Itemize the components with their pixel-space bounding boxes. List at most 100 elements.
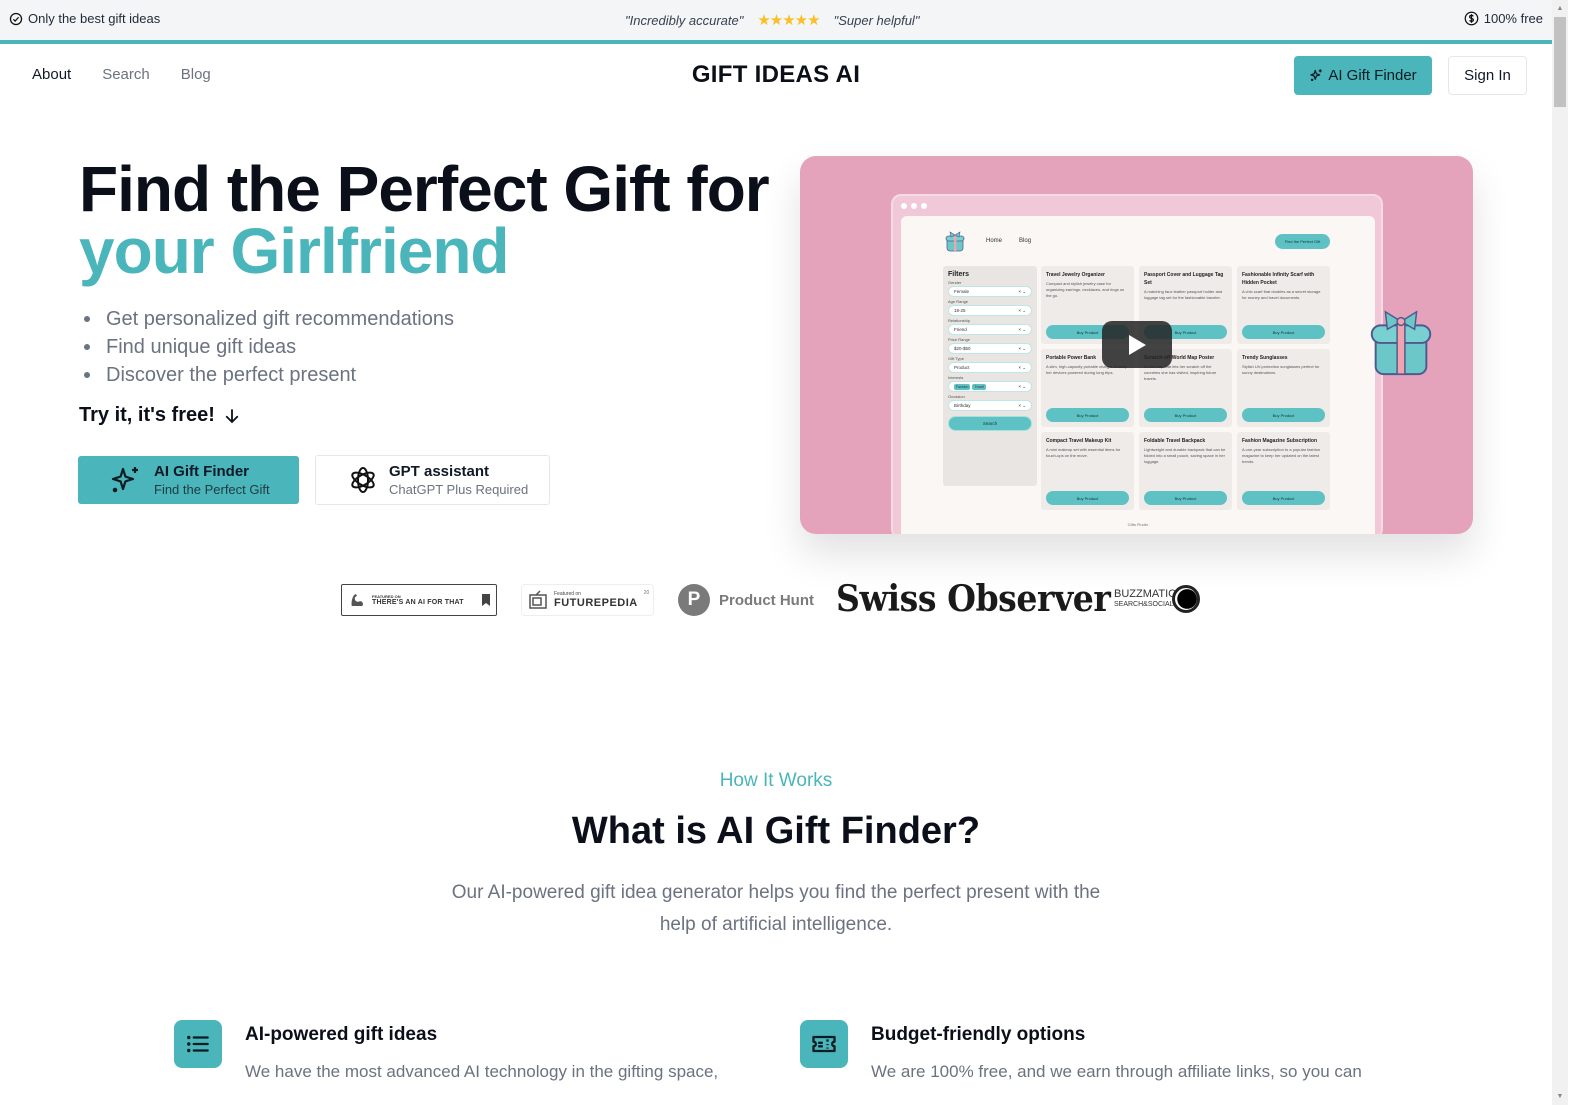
preview-nav-item: Blog <box>1019 238 1032 244</box>
try-free-text: Try it, it's free! <box>79 404 215 426</box>
cta-title: GPT assistant <box>389 462 490 480</box>
product-hunt-logo[interactable]: P Product Hunt <box>678 584 814 616</box>
buzzmatic-logo[interactable]: BUZZMATIC SEARCH&SOCIAL <box>1114 585 1201 613</box>
section-description: Our AI-powered gift idea generator helps… <box>451 882 1101 935</box>
announcement-bar: Only the best gift ideas "Incredibly acc… <box>0 0 1552 40</box>
preview-product-card: Trendy Sunglasses Stylish UV-protection s… <box>1237 349 1330 427</box>
gift-logo-icon <box>945 231 965 252</box>
scrollbar-thumb[interactable] <box>1554 17 1566 107</box>
demo-video[interactable]: Home Blog Find the Perfect Gift Filters … <box>800 156 1473 534</box>
preview-filter-select: Product × ⌄ <box>948 362 1032 373</box>
feature-title: Budget-friendly options <box>871 1024 1086 1045</box>
preview-top-button: Find the Perfect Gift <box>1275 234 1330 249</box>
preview-filter-select: 18-25 × ⌄ <box>948 305 1032 316</box>
benefit-item: Discover the perfect present <box>80 361 454 389</box>
feature-description: We have the most advanced AI technology … <box>245 1062 719 1081</box>
list-icon <box>187 1035 209 1053</box>
tagline: Only the best gift ideas <box>9 11 160 26</box>
check-circle-icon <box>9 12 23 25</box>
preview-nav-item: Home <box>986 238 1003 244</box>
play-icon <box>1129 334 1146 355</box>
preview-filters-title: Filters <box>948 271 970 278</box>
scroll-down-arrow-icon[interactable]: ▼ <box>1552 1088 1568 1105</box>
preview-filter-select: Birthday × ⌄ <box>948 400 1032 411</box>
feature-icon-box <box>800 1020 848 1068</box>
product-hunt-icon: P <box>678 584 710 616</box>
badge-title: FUTUREPEDIA <box>554 597 638 609</box>
app-preview-content: Home Blog Find the Perfect Gift Filters … <box>901 216 1375 534</box>
scroll-up-arrow-icon[interactable]: ▲ <box>1552 0 1568 17</box>
free-badge: 100% free <box>1464 11 1543 26</box>
preview-product-grid: Travel Jewelry Organizer Compact and styl… <box>1041 266 1331 510</box>
ai-gift-finder-label: AI Gift Finder <box>1328 67 1417 84</box>
preview-filter-label: Age Range <box>948 299 969 304</box>
page-scrollbar[interactable]: ▲ ▼ <box>1552 0 1568 1105</box>
hero-title: Find the Perfect Gift for your Girlfrien… <box>79 157 770 287</box>
star-rating-icon: ★★★★★ <box>757 12 820 29</box>
badge-count: 20 <box>643 590 650 596</box>
sign-in-button[interactable]: Sign In <box>1448 56 1527 95</box>
theres-an-ai-for-that-badge[interactable]: FEATURED ON THERE'S AN AI FOR THAT <box>341 584 497 616</box>
preview-footer: Gifts Finder <box>1127 522 1149 527</box>
cta-subtitle: Find the Perfect Gift <box>154 481 270 497</box>
preview-filter-label: Relationship <box>948 318 971 323</box>
gpt-assistant-cta[interactable]: GPT assistant ChatGPT Plus Required <box>315 455 550 505</box>
featured-on-logos: FEATURED ON THERE'S AN AI FOR THAT Featu… <box>0 578 1552 620</box>
buzzmatic-name: BUZZMATIC <box>1114 588 1177 600</box>
preview-filter-label: Gender <box>948 280 962 285</box>
tagline-text: Only the best gift ideas <box>28 11 161 26</box>
ticket-icon <box>812 1035 836 1053</box>
buzzmatic-ring-icon <box>1172 585 1201 613</box>
preview-filter-label: Interests <box>948 375 964 380</box>
preview-product-card: Foldable Travel Backpack Lightweight and … <box>1139 432 1232 510</box>
site-header: About Search Blog GIFT IDEAS AI AI Gift … <box>0 44 1552 108</box>
futurepedia-badge[interactable]: Featured on FUTUREPEDIA 20 <box>521 584 654 616</box>
benefit-item: Get personalized gift recommendations <box>80 305 454 333</box>
preview-filters-panel: Filters Gender Female × ⌄ Age Range 18-25… <box>943 266 1037 486</box>
try-free-callout: Try it, it's free! <box>79 404 241 427</box>
bookmark-icon <box>481 594 490 606</box>
play-button[interactable] <box>1102 321 1172 368</box>
preview-product-card: Fashionable Infinity Scarf with Hidden P… <box>1237 266 1330 344</box>
cta-title: AI Gift Finder <box>154 462 249 480</box>
hero-title-highlight: your Girlfriend <box>79 215 509 287</box>
ai-gift-finder-button[interactable]: AI Gift Finder <box>1294 56 1432 95</box>
testimonial-quote: "Super helpful" <box>833 12 920 28</box>
preview-product-card: Fashion Magazine Subscription A one-year … <box>1237 432 1330 510</box>
cta-subtitle: ChatGPT Plus Required <box>389 481 529 497</box>
preview-product-card: Compact Travel Makeup Kit A mini makeup s… <box>1041 432 1134 510</box>
benefit-item: Find unique gift ideas <box>80 333 454 361</box>
section-title: What is AI Gift Finder? <box>571 810 981 852</box>
feature-icon-box <box>174 1020 222 1068</box>
tv-icon <box>529 590 547 609</box>
swiss-observer-logo[interactable]: Swiss Observer <box>836 578 1111 620</box>
gift-box-illustration-icon <box>1370 310 1432 376</box>
buzzmatic-tagline: SEARCH&SOCIAL <box>1114 601 1174 608</box>
feature-description: We are 100% free, and we earn through af… <box>871 1062 1362 1081</box>
window-dots <box>901 203 927 209</box>
ai-gift-finder-cta[interactable]: AI Gift Finder Find the Perfect Gift <box>78 456 299 504</box>
section-eyebrow: How It Works <box>719 770 833 791</box>
preview-filter-label: Occasion <box>948 394 965 399</box>
product-hunt-name: Product Hunt <box>719 591 814 609</box>
testimonials: "Incredibly accurate" ★★★★★ "Super helpf… <box>625 11 919 29</box>
sparkles-icon <box>1310 69 1323 82</box>
badge-title: THERE'S AN AI FOR THAT <box>372 599 464 606</box>
openai-logo-icon <box>351 467 375 493</box>
preview-filter-chips: Fashion Travel × ⌄ <box>948 381 1032 392</box>
testimonial-quote: "Incredibly accurate" <box>625 12 744 28</box>
preview-filter-select: Female × ⌄ <box>948 286 1032 297</box>
preview-filter-label: Gift Type <box>948 356 964 361</box>
feature-title: AI-powered gift ideas <box>245 1024 438 1045</box>
dollar-circle-icon <box>1464 11 1479 26</box>
preview-filter-select: $20-$50 × ⌄ <box>948 343 1032 354</box>
hero-benefits-list: Get personalized gift recommendations Fi… <box>80 305 454 389</box>
preview-search-button: Search <box>948 416 1032 431</box>
free-text: 100% free <box>1483 11 1543 26</box>
arrow-down-icon <box>225 408 239 423</box>
preview-filter-select: Friend × ⌄ <box>948 324 1032 335</box>
sparkles-icon <box>111 467 138 493</box>
preview-nav: Home Blog <box>986 238 1031 244</box>
arm-icon <box>351 594 363 606</box>
preview-filter-label: Price Range <box>948 337 971 342</box>
